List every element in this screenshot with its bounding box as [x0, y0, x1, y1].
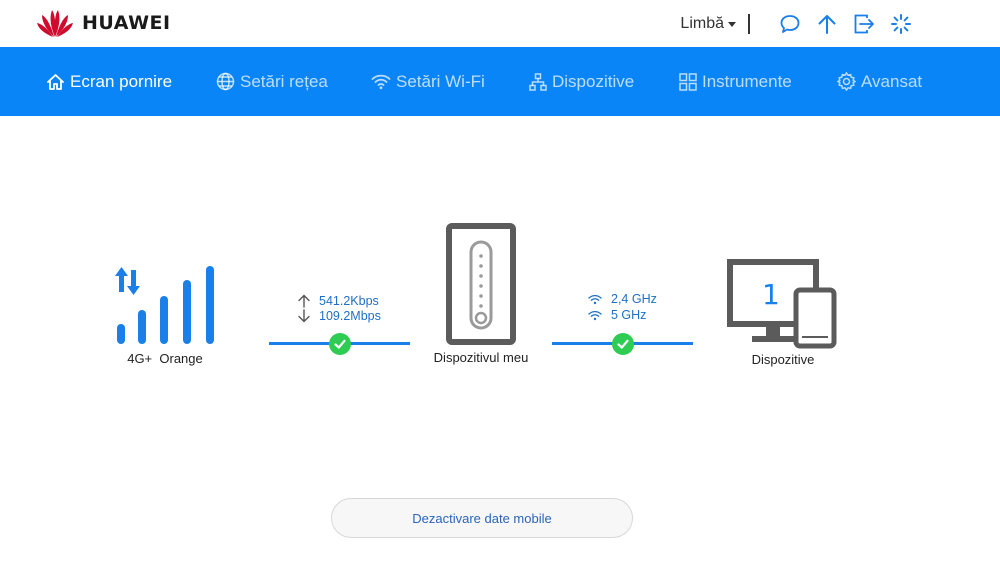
connected-devices[interactable]: 1	[726, 258, 838, 350]
nav-item-wifi-settings[interactable]: Setări Wi-Fi	[371, 47, 485, 116]
wifi-icon	[588, 310, 602, 320]
upload-arrow-icon	[298, 294, 310, 308]
download-speed-row: 109.2Mbps	[297, 309, 381, 323]
network-tree-icon	[529, 72, 547, 91]
device-count: 1	[762, 278, 780, 311]
nav-item-label: Setări Wi-Fi	[396, 71, 485, 91]
caret-down-icon	[728, 21, 736, 27]
wifi-band-row-1: 2,4 GHz	[588, 292, 657, 306]
wan-connected-check-icon	[329, 333, 351, 355]
nav-item-devices[interactable]: Dispozitive	[529, 47, 634, 116]
logout-icon[interactable]	[853, 13, 875, 35]
nav-item-label: Ecran pornire	[70, 71, 173, 91]
nav-item-advanced[interactable]: Avansat	[837, 47, 922, 116]
huawei-logo: HUAWEI	[36, 8, 171, 38]
nav-item-network-settings[interactable]: Setări rețea	[216, 47, 328, 116]
wifi-band-2-4ghz: 2,4 GHz	[611, 292, 657, 306]
brand-name: HUAWEI	[82, 12, 171, 34]
disable-mobile-data-button[interactable]: Dezactivare date mobile	[331, 498, 633, 538]
wifi-band-row-2: 5 GHz	[588, 308, 646, 322]
wifi-icon	[371, 74, 391, 90]
devices-label: Dispozitive	[751, 352, 815, 367]
message-icon[interactable]	[779, 13, 801, 35]
huawei-flower-icon	[37, 10, 73, 37]
nav-item-label: Setări rețea	[240, 71, 328, 91]
nav-item-tools[interactable]: Instrumente	[679, 47, 792, 116]
home-icon	[47, 73, 64, 90]
network-type: 4G+	[127, 351, 153, 366]
wifi-icon	[588, 294, 602, 304]
nav-item-label: Dispozitive	[552, 71, 635, 91]
top-bar: HUAWEI Limbă	[0, 0, 1000, 47]
router-label: Dispozitivul meu	[433, 350, 529, 365]
nav-item-home[interactable]: Ecran pornire	[46, 47, 172, 116]
wifi-band-5ghz: 5 GHz	[611, 308, 647, 322]
wifi-connected-check-icon	[612, 333, 634, 355]
header-actions: Limbă	[680, 10, 912, 38]
gear-icon	[837, 72, 856, 91]
home-dashboard: 4G+ Orange 541.2Kbps 109.2Mbps Dispoziti…	[0, 116, 1000, 576]
upload-speed-row: 541.2Kbps	[297, 294, 379, 308]
nav-item-label: Instrumente	[702, 71, 792, 91]
language-select[interactable]: Limbă	[680, 15, 736, 33]
update-arrow-icon[interactable]	[816, 13, 838, 35]
grid-tools-icon	[679, 72, 697, 91]
operator-name: Orange	[159, 351, 203, 366]
signal-strength-icon	[115, 266, 214, 344]
download-speed: 109.2Mbps	[319, 309, 381, 323]
globe-icon	[216, 72, 235, 91]
nav-item-label: Avansat	[861, 71, 923, 91]
main-navigation: Ecran pornire Setări rețea Setări Wi-Fi …	[0, 47, 1000, 116]
divider	[748, 14, 750, 34]
language-label: Limbă	[680, 15, 724, 32]
download-arrow-icon	[298, 309, 310, 323]
monitor-phone-icon	[727, 259, 837, 349]
network-operator-label: 4G+ Orange	[110, 351, 220, 366]
upload-speed: 541.2Kbps	[319, 294, 379, 308]
router-device-icon[interactable]	[445, 222, 517, 346]
loading-spinner-icon[interactable]	[890, 13, 912, 35]
